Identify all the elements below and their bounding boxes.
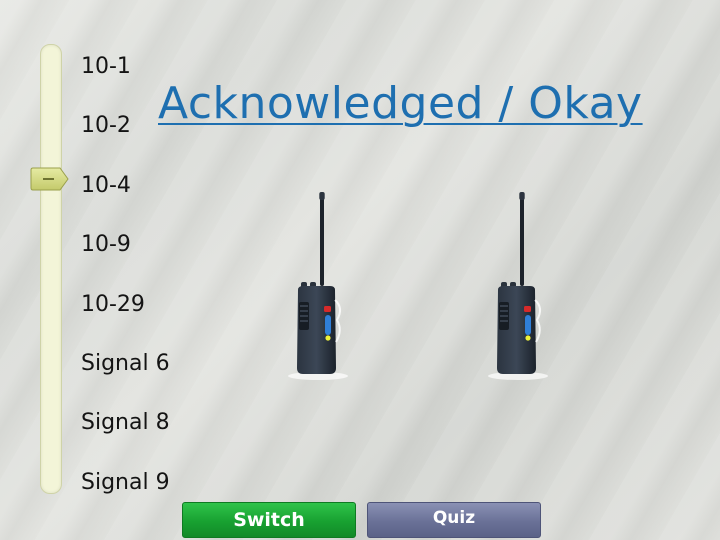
code-item-10-29[interactable]: 10-29 <box>81 288 170 347</box>
code-item-10-1[interactable]: 10-1 <box>81 50 170 109</box>
code-meaning-title: Acknowledged / Okay <box>158 78 643 129</box>
quiz-button[interactable]: Quiz <box>367 502 541 538</box>
code-item-10-4[interactable]: 10-4 <box>81 169 170 228</box>
code-slider-handle[interactable] <box>30 166 70 192</box>
switch-button[interactable]: Switch <box>182 502 356 538</box>
code-item-signal-6[interactable]: Signal 6 <box>81 347 170 406</box>
code-list: 10-1 10-2 10-4 10-9 10-29 Signal 6 Signa… <box>81 50 170 525</box>
code-item-10-2[interactable]: 10-2 <box>81 109 170 168</box>
code-slider-track[interactable] <box>40 44 62 494</box>
code-item-signal-9[interactable]: Signal 9 <box>81 466 170 525</box>
code-item-signal-8[interactable]: Signal 8 <box>81 406 170 465</box>
code-item-10-9[interactable]: 10-9 <box>81 228 170 287</box>
walkie-talkie-icon <box>286 192 350 384</box>
walkie-talkie-icon <box>486 192 550 384</box>
